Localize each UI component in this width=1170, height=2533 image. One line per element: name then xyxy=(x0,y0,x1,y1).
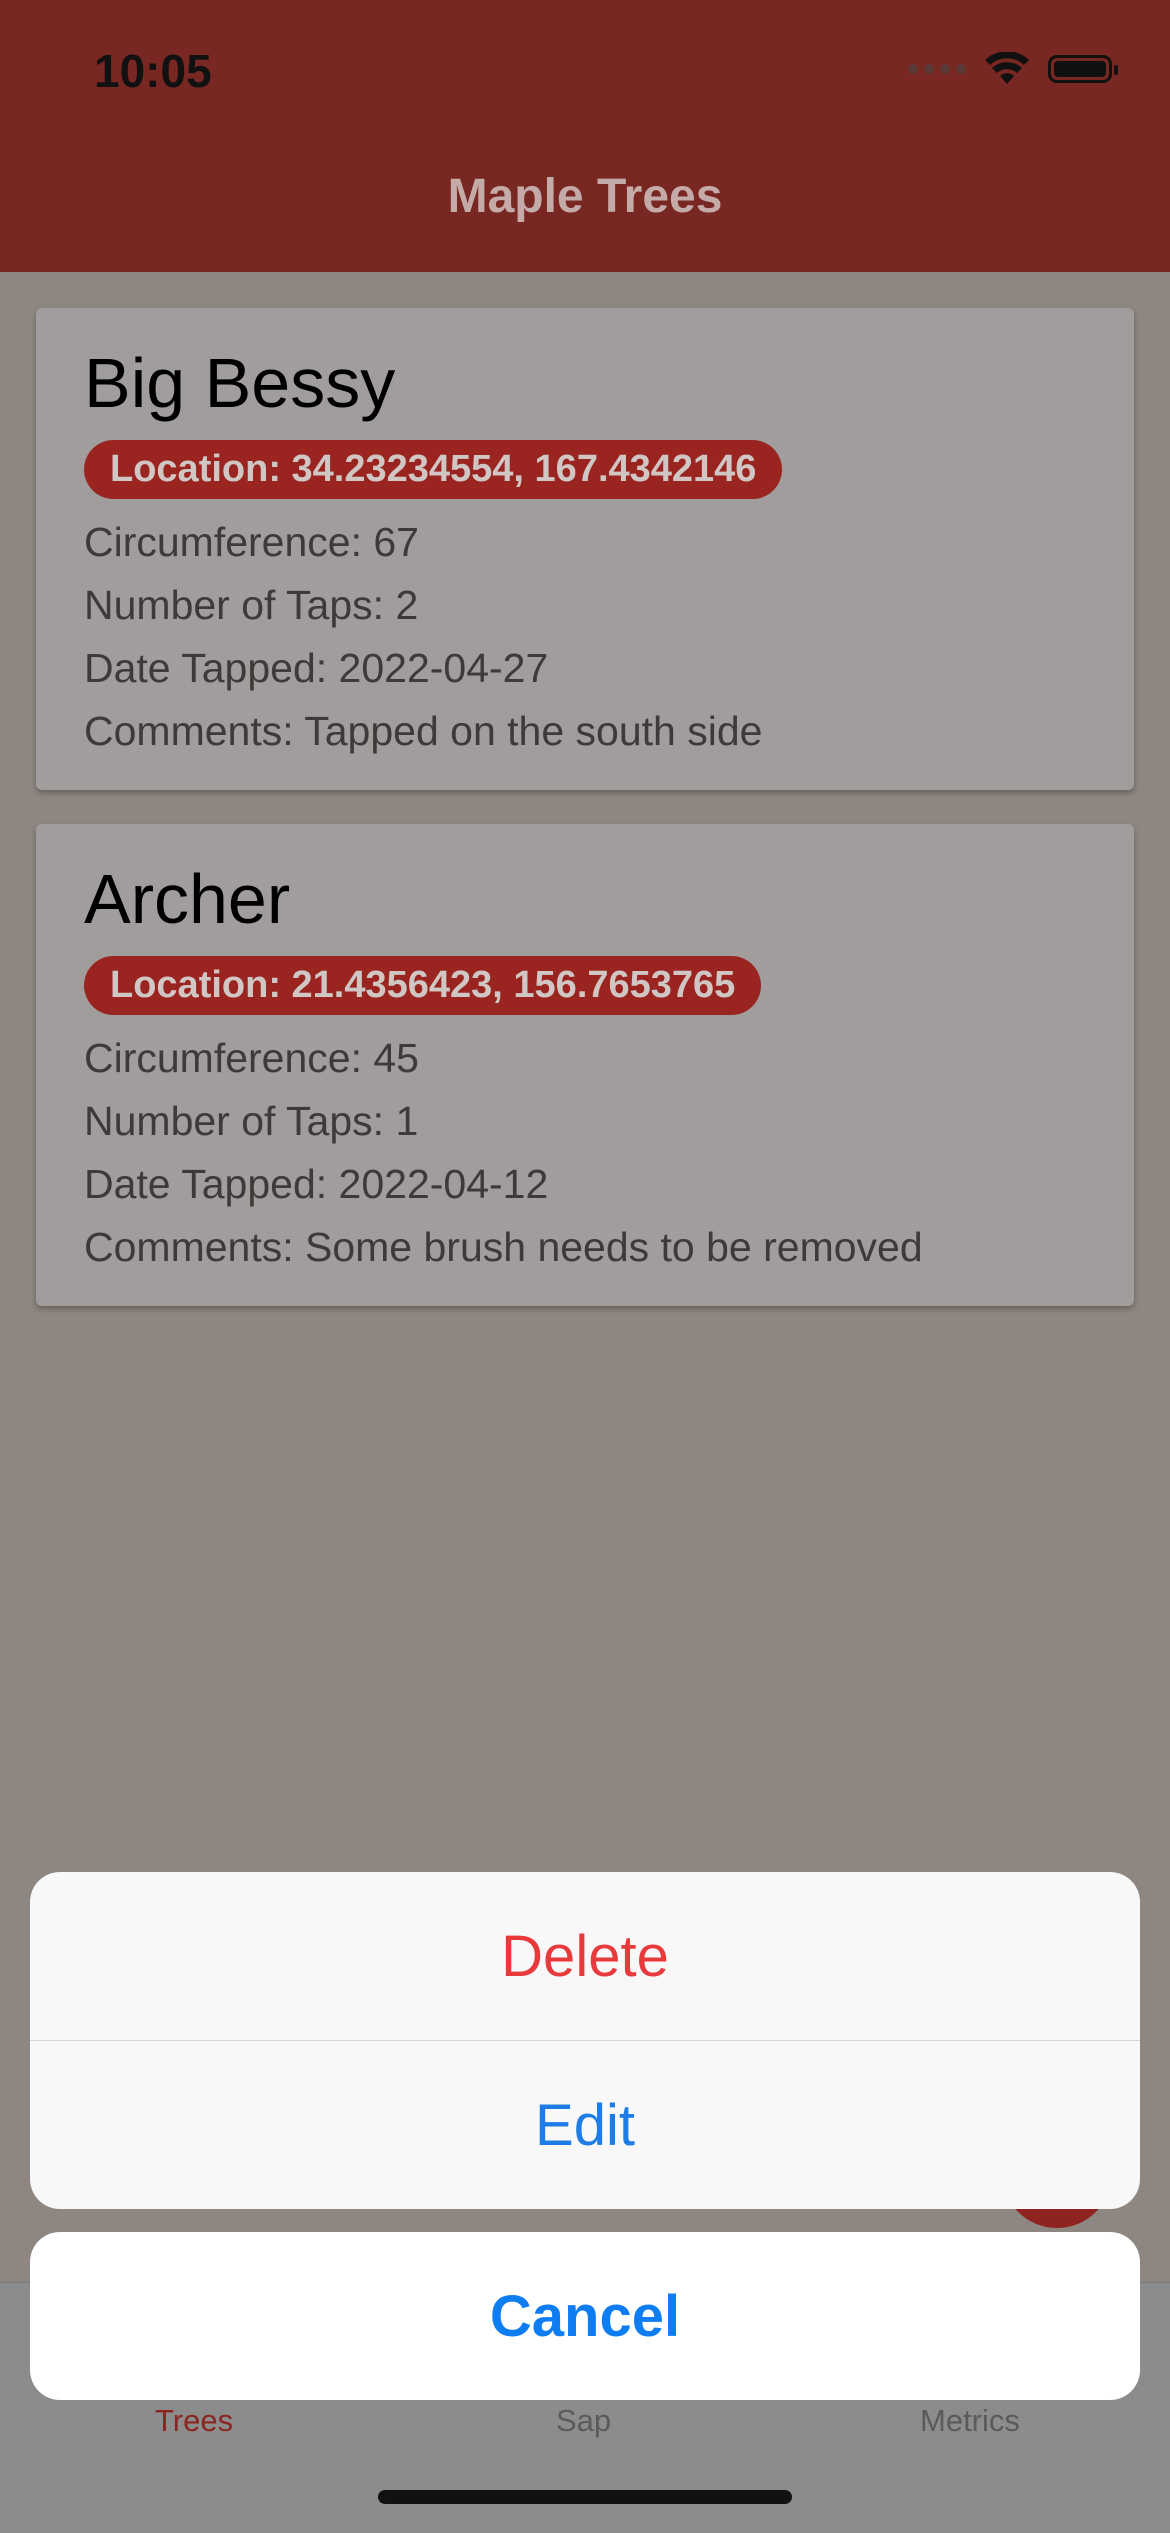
tree-card[interactable]: Archer Location: 21.4356423, 156.7653765… xyxy=(36,824,1134,1306)
location-badge: Location: 34.23234554, 167.4342146 xyxy=(84,440,783,499)
status-icons xyxy=(908,52,1118,86)
status-bar: 10:05 xyxy=(0,0,1170,140)
tree-name: Big Bessy xyxy=(84,344,396,422)
tree-taps: Number of Taps: 1 xyxy=(84,1098,419,1144)
delete-button[interactable]: Delete xyxy=(30,1872,1140,2040)
tree-card[interactable]: Big Bessy Location: 34.23234554, 167.434… xyxy=(36,308,1134,790)
tree-comments: Comments: Some brush needs to be removed xyxy=(84,1224,923,1270)
cancel-sheet: Cancel xyxy=(30,2232,1140,2400)
page-title: Maple Trees xyxy=(447,169,723,223)
tab-trees[interactable]: Trees xyxy=(155,2403,233,2439)
edit-button[interactable]: Edit xyxy=(30,2041,1140,2209)
nav-bar: Maple Trees xyxy=(0,140,1170,272)
signal-icon xyxy=(908,64,966,74)
battery-icon xyxy=(1048,55,1118,83)
tree-comments: Comments: Tapped on the south side xyxy=(84,708,763,754)
tree-taps: Number of Taps: 2 xyxy=(84,582,419,628)
tree-date: Date Tapped: 2022-04-27 xyxy=(84,645,549,691)
tree-name: Archer xyxy=(84,860,291,938)
home-indicator[interactable] xyxy=(378,2490,792,2504)
status-time: 10:05 xyxy=(94,45,212,97)
wifi-icon xyxy=(985,52,1029,84)
tree-date: Date Tapped: 2022-04-12 xyxy=(84,1161,549,1207)
tree-circumference: Circumference: 45 xyxy=(84,1035,419,1081)
location-badge: Location: 21.4356423, 156.7653765 xyxy=(84,956,762,1015)
action-sheet: Delete Edit xyxy=(30,1872,1140,2209)
tree-circumference: Circumference: 67 xyxy=(84,519,419,565)
tab-sap[interactable]: Sap xyxy=(556,2403,611,2439)
cancel-button[interactable]: Cancel xyxy=(30,2232,1140,2400)
tab-metrics[interactable]: Metrics xyxy=(920,2403,1020,2439)
